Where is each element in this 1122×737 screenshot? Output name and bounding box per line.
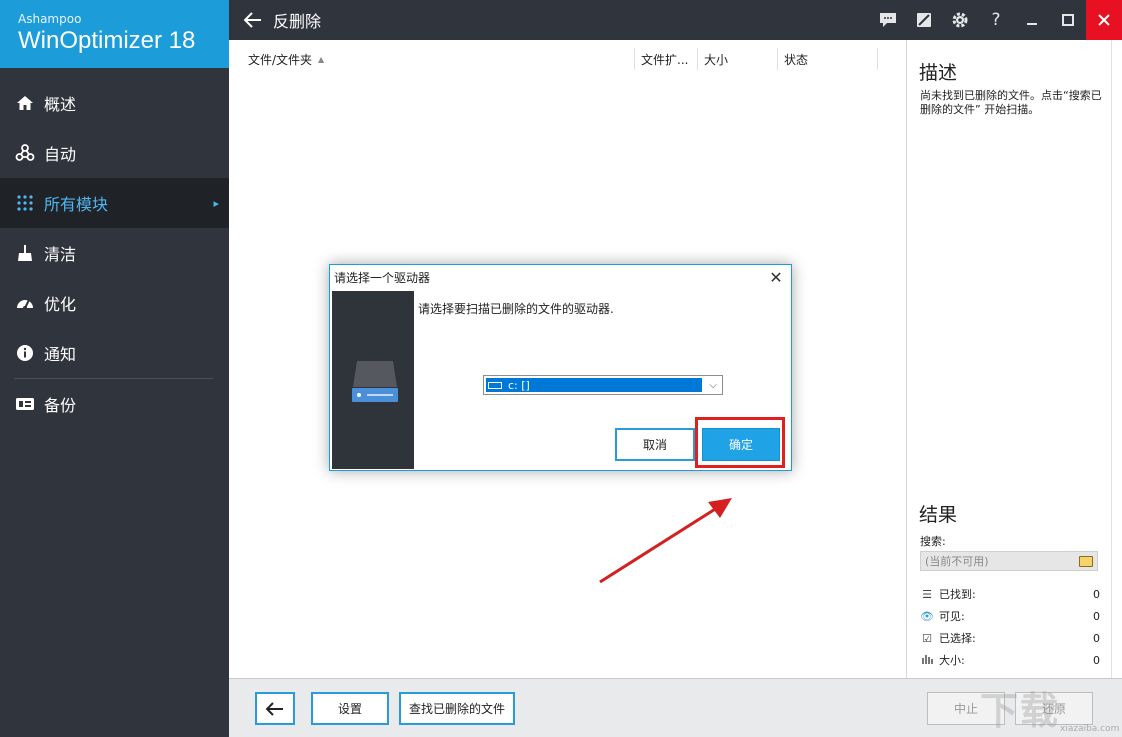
info-panel-content: 描述 尚未找到已删除的文件。点击“搜索已删除的文件” 开始扫描。 结果 搜索: … — [907, 40, 1112, 678]
stat-selected: ☑ 已选择: 0 — [920, 629, 1100, 647]
stat-value: 0 — [1093, 653, 1100, 667]
chevron-down-icon: ⌵ — [709, 379, 717, 391]
stat-value: 0 — [1093, 587, 1100, 601]
column-header-ext[interactable]: 文件扩... — [635, 48, 698, 70]
table-header: 文件/文件夹 ▲ 文件扩... 大小 状态 — [229, 40, 906, 78]
stat-label: 已选择: — [939, 632, 976, 645]
info-panel-scrollbar[interactable] — [1111, 40, 1122, 678]
column-label: 状态 — [784, 52, 809, 67]
drive-select[interactable]: c: [] ⌵ — [483, 375, 723, 395]
grid-icon — [14, 192, 36, 214]
list-icon: ☰ — [922, 587, 932, 601]
sidebar-item-clean[interactable]: 清洁 — [0, 228, 229, 278]
sidebar-item-label: 备份 — [44, 396, 77, 415]
cancel-button[interactable]: 取消 — [615, 428, 695, 461]
column-header-file[interactable]: 文件/文件夹 ▲ — [229, 48, 635, 70]
back-button[interactable] — [255, 692, 295, 725]
sidebar-item-optimize[interactable]: 优化 — [0, 278, 229, 328]
results-title: 结果 — [919, 504, 958, 526]
drive-select-text: c: [] — [508, 378, 530, 392]
search-placeholder: (当前不可用) — [925, 555, 989, 568]
stat-label: 大小: — [939, 654, 965, 667]
stat-size: 大小: 0 — [920, 651, 1100, 669]
sidebar-item-label: 清洁 — [44, 245, 77, 264]
home-icon — [14, 92, 36, 114]
sidebar-item-auto[interactable]: 自动 — [0, 128, 229, 178]
dialog-close-icon[interactable]: ✕ — [761, 265, 791, 289]
column-label: 文件扩... — [641, 52, 689, 67]
stat-found: ☰ 已找到: 0 — [920, 585, 1100, 603]
feedback-icon[interactable] — [870, 0, 906, 40]
stat-value: 0 — [1093, 609, 1100, 623]
info-icon — [14, 342, 36, 364]
sidebar-item-all-modules[interactable]: 所有模块 ▸ — [0, 178, 229, 228]
drive-select-value: c: [] — [486, 378, 703, 392]
stat-label: 可见: — [939, 610, 965, 623]
product-name: WinOptimizer 18 — [18, 27, 196, 54]
dialog-title: 请选择一个驱动器 — [334, 270, 431, 285]
brand-name: Ashampoo — [18, 12, 82, 26]
app-logo[interactable]: Ashampoo WinOptimizer 18 — [0, 0, 229, 68]
dialog-side-panel — [332, 291, 414, 469]
arrow-annotation — [599, 498, 732, 584]
backup-icon — [14, 393, 36, 415]
column-header-size[interactable]: 大小 — [698, 48, 778, 70]
column-header-status[interactable]: 状态 — [778, 48, 878, 70]
window-tools: ? — [870, 0, 1122, 40]
bar-chart-icon — [920, 653, 934, 667]
arrow-left-icon — [266, 701, 283, 716]
sidebar-item-label: 自动 — [44, 145, 77, 164]
search-label: 搜索: — [920, 535, 946, 548]
sidebar-item-label: 所有模块 — [44, 195, 109, 214]
sidebar-item-label: 概述 — [44, 95, 77, 114]
sidebar-item-notify[interactable]: 通知 — [0, 328, 229, 378]
drive-icon — [488, 381, 502, 389]
speedometer-icon — [14, 292, 36, 314]
gear-icon[interactable] — [942, 0, 978, 40]
skin-icon[interactable] — [906, 0, 942, 40]
chevron-right-icon: ▸ — [213, 196, 219, 210]
hard-drive-icon — [352, 361, 398, 402]
stat-value: 0 — [1093, 631, 1100, 645]
description-text: 尚未找到已删除的文件。点击“搜索已删除的文件” 开始扫描。 — [920, 89, 1102, 116]
sort-ascending-icon: ▲ — [318, 54, 325, 64]
sidebar-item-overview[interactable]: 概述 — [0, 78, 229, 128]
highlight-annotation — [695, 417, 785, 468]
dialog-message: 请选择要扫描已删除的文件的驱动器. — [418, 302, 614, 316]
search-input[interactable]: (当前不可用) — [920, 551, 1098, 571]
column-label: 文件/文件夹 — [248, 52, 313, 67]
sidebar-nav: 概述 自动 所有模块 ▸ 清洁 优化 通知 备份 — [0, 68, 229, 429]
description-title: 描述 — [919, 62, 958, 84]
help-icon[interactable]: ? — [978, 0, 1014, 40]
sidebar-item-label: 通知 — [44, 345, 77, 364]
minimize-icon[interactable] — [1014, 0, 1050, 40]
sidebar-item-label: 优化 — [44, 295, 77, 314]
back-arrow-icon[interactable] — [233, 0, 273, 40]
maximize-icon[interactable] — [1050, 0, 1086, 40]
settings-button[interactable]: 设置 — [311, 692, 389, 725]
close-icon[interactable] — [1086, 0, 1122, 40]
sidebar: Ashampoo WinOptimizer 18 概述 自动 所有模块 ▸ 清洁… — [0, 0, 229, 737]
folder-icon — [1079, 555, 1093, 567]
stat-visible: 👁 可见: 0 — [920, 607, 1100, 625]
automation-icon — [14, 142, 36, 164]
info-panel: 描述 尚未找到已删除的文件。点击“搜索已删除的文件” 开始扫描。 结果 搜索: … — [906, 40, 1122, 678]
column-label: 大小 — [704, 52, 729, 67]
broom-icon — [14, 242, 36, 264]
find-deleted-files-button[interactable]: 查找已删除的文件 — [399, 692, 515, 725]
eye-icon: 👁 — [920, 609, 934, 623]
title-bar: 反删除 ? — [229, 0, 1122, 40]
watermark-url: xiazaiba.com — [1060, 724, 1120, 734]
check-icon: ☑ — [922, 631, 932, 645]
sidebar-item-backup[interactable]: 备份 — [0, 379, 229, 429]
stat-label: 已找到: — [939, 588, 976, 601]
page-title: 反删除 — [273, 12, 322, 31]
